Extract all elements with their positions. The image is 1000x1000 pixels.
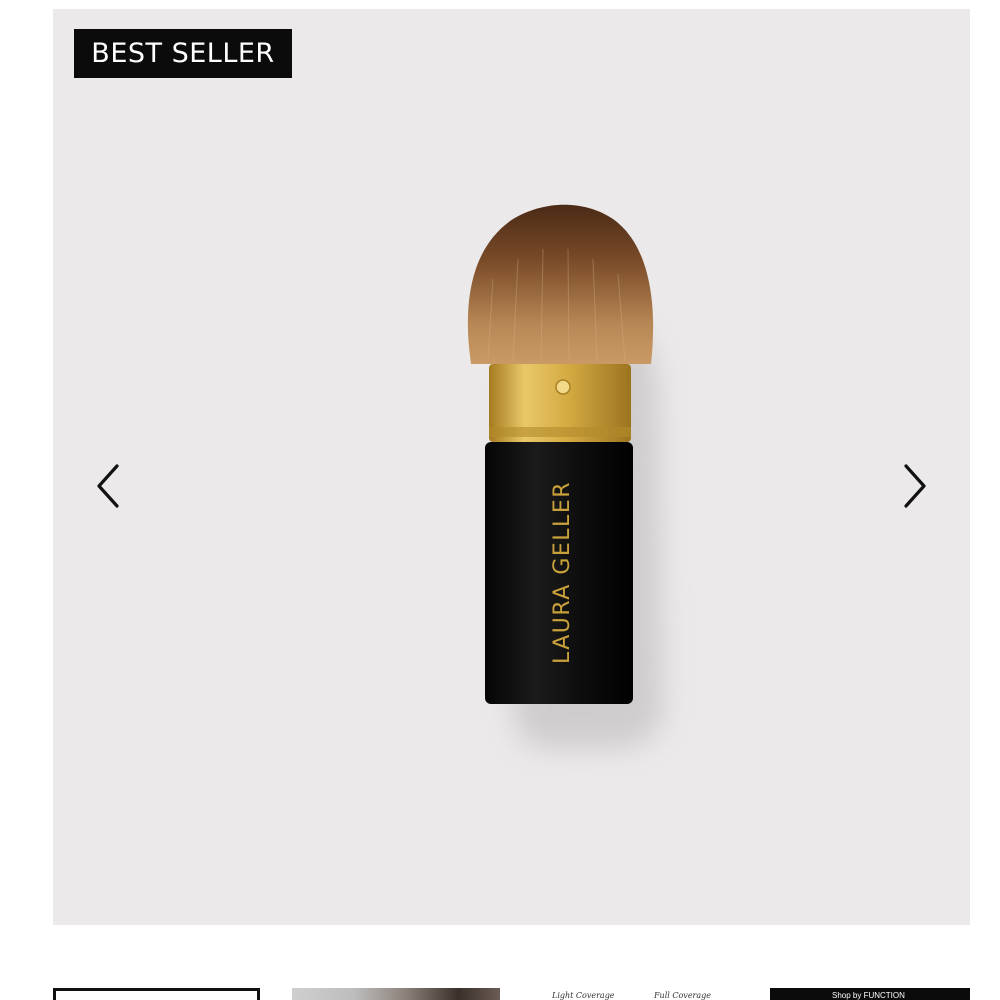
- brush-bristles: [467, 204, 654, 364]
- thumbnail-4-text: Shop by FUNCTION: [832, 991, 905, 1000]
- carousel-next-button[interactable]: [890, 461, 940, 511]
- thumbnail-3-left-text: Light Coverage: [552, 991, 615, 1000]
- thumbnail-2[interactable]: [292, 988, 500, 1000]
- chevron-right-icon: [904, 464, 926, 508]
- thumbnail-1[interactable]: [53, 988, 260, 1000]
- thumbnail-4[interactable]: Shop by FUNCTION: [770, 988, 970, 1000]
- chevron-left-icon: [97, 464, 119, 508]
- thumbnail-strip: Light Coverage Full Coverage Shop by FUN…: [0, 985, 1000, 1000]
- thumbnail-3[interactable]: Light Coverage Full Coverage: [530, 988, 740, 1000]
- ferrule-pin: [555, 379, 571, 395]
- product-image-carousel: BEST SELLER LAURA GELLER: [53, 9, 970, 925]
- carousel-prev-button[interactable]: [83, 461, 133, 511]
- brand-imprint: LAURA GELLER: [550, 481, 575, 664]
- thumbnail-3-right-text: Full Coverage: [654, 991, 712, 1000]
- badge-label: BEST SELLER: [91, 38, 275, 69]
- best-seller-badge: BEST SELLER: [74, 29, 292, 78]
- kabuki-brush-image: LAURA GELLER: [467, 204, 663, 749]
